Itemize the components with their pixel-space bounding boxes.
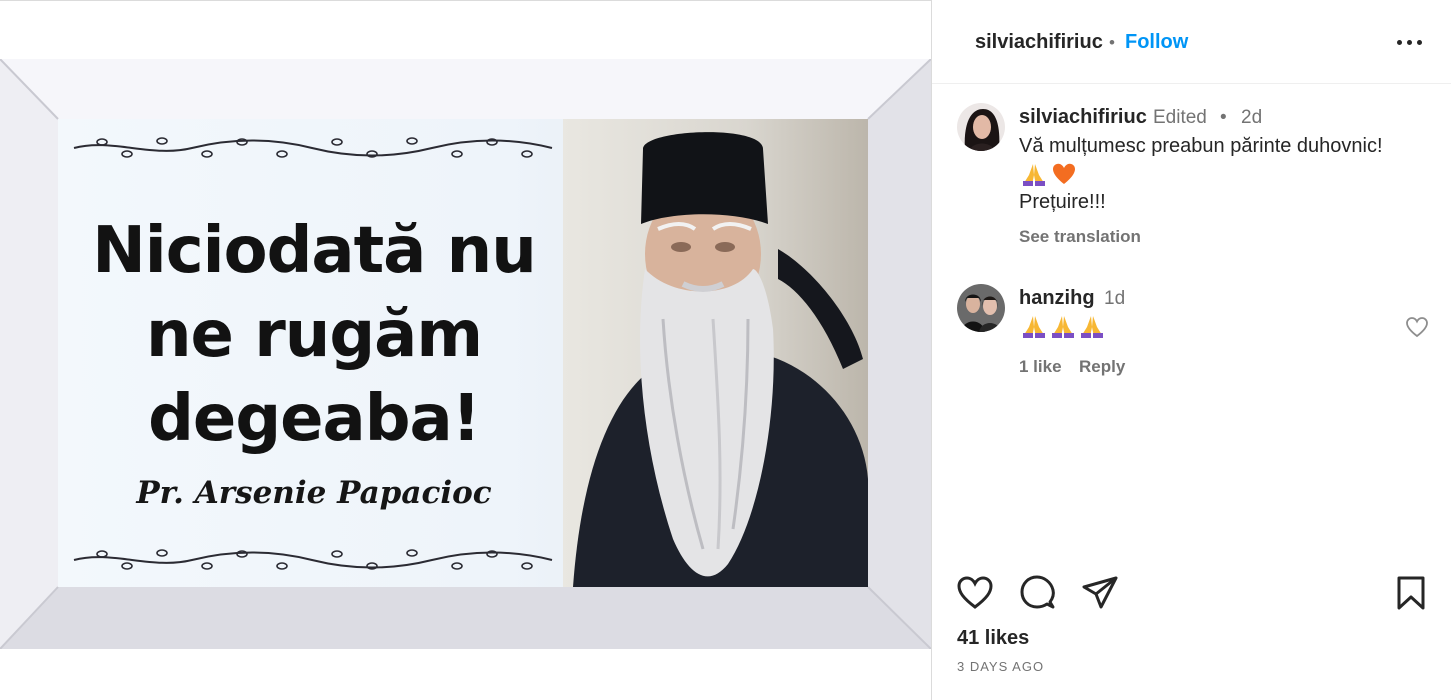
caption-separator: • <box>1220 107 1227 128</box>
header-separator: • <box>1109 33 1115 52</box>
caption-text-line1: Vă mulțumesc preabun părinte duhovnic! <box>1019 135 1383 157</box>
post-media-panel: Niciodată nu ne rugăm degeaba! Pr. Arsen… <box>0 0 931 700</box>
bookmark-save-icon[interactable] <box>1392 575 1430 611</box>
like-heart-icon[interactable] <box>956 575 994 611</box>
vine-ornament-bottom <box>73 549 553 570</box>
folded-hands-icon <box>1052 316 1074 338</box>
quote-text: Niciodată nu ne rugăm degeaba! <box>74 209 554 461</box>
comment-like-heart-icon[interactable] <box>1405 316 1429 338</box>
caption-edited-label: Edited <box>1153 107 1207 128</box>
comment-time[interactable]: 1d <box>1104 288 1125 310</box>
caption-username[interactable]: silviachifiriuc <box>1019 106 1147 129</box>
comment-likes-count[interactable]: 1 like <box>1019 357 1062 377</box>
priest-portrait <box>573 132 868 587</box>
quote-poster: Niciodată nu ne rugăm degeaba! Pr. Arsen… <box>58 119 868 587</box>
vine-ornament-top <box>73 137 553 158</box>
folded-hands-icon <box>1023 316 1045 338</box>
comment-avatar[interactable] <box>957 284 1005 332</box>
see-translation-link[interactable]: See translation <box>1019 227 1141 247</box>
comment-username[interactable]: hanzihg <box>1019 287 1095 310</box>
folded-hands-icon <box>1023 164 1045 186</box>
quote-line-3: degeaba! <box>148 382 481 456</box>
post-header: silviachifiriuc • Follow <box>932 0 1451 84</box>
quote-author: Pr. Arsenie Papacioc <box>136 475 492 511</box>
header-username[interactable]: silviachifiriuc <box>975 31 1103 54</box>
caption-time[interactable]: 2d <box>1241 107 1262 129</box>
post-likes-count[interactable]: 41 likes <box>957 627 1029 650</box>
folded-hands-icon <box>1081 316 1103 338</box>
caption-avatar[interactable] <box>957 103 1005 151</box>
comment-reply-button[interactable]: Reply <box>1079 357 1125 377</box>
caption-text-line2: Prețuire!!! <box>1019 191 1106 213</box>
comments-panel: silviachifiriuc • Follow silviachifiriuc… <box>931 0 1451 700</box>
post-image[interactable]: Niciodată nu ne rugăm degeaba! Pr. Arsen… <box>0 59 931 649</box>
quote-line-2: ne rugăm <box>145 298 483 372</box>
orange-heart-icon <box>1053 163 1075 184</box>
more-options-icon[interactable] <box>1395 32 1425 52</box>
comment-bubble-icon[interactable] <box>1019 575 1057 611</box>
share-send-icon[interactable] <box>1081 575 1119 611</box>
post-date[interactable]: 3 DAYS AGO <box>957 659 1044 674</box>
follow-button[interactable]: Follow <box>1125 31 1188 54</box>
quote-line-1: Niciodată nu <box>92 214 537 288</box>
